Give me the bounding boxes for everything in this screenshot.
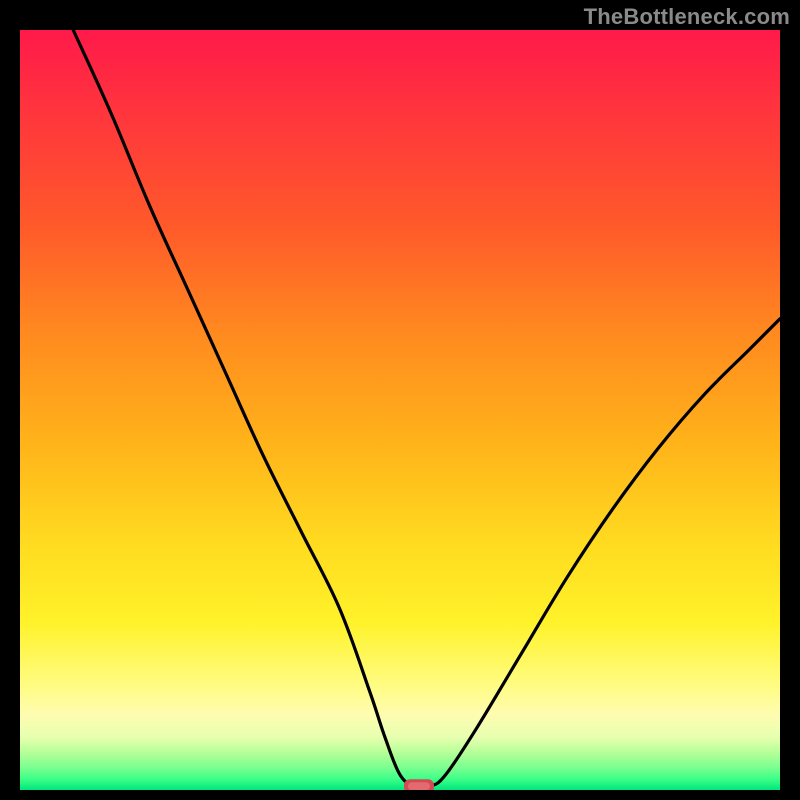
plot-area (20, 30, 780, 790)
chart-frame: TheBottleneck.com (0, 0, 800, 800)
marker-inner (408, 782, 430, 790)
bottleneck-chart (20, 30, 780, 790)
gradient-background (20, 30, 780, 790)
optimum-marker (404, 779, 434, 790)
watermark-text: TheBottleneck.com (584, 4, 790, 30)
